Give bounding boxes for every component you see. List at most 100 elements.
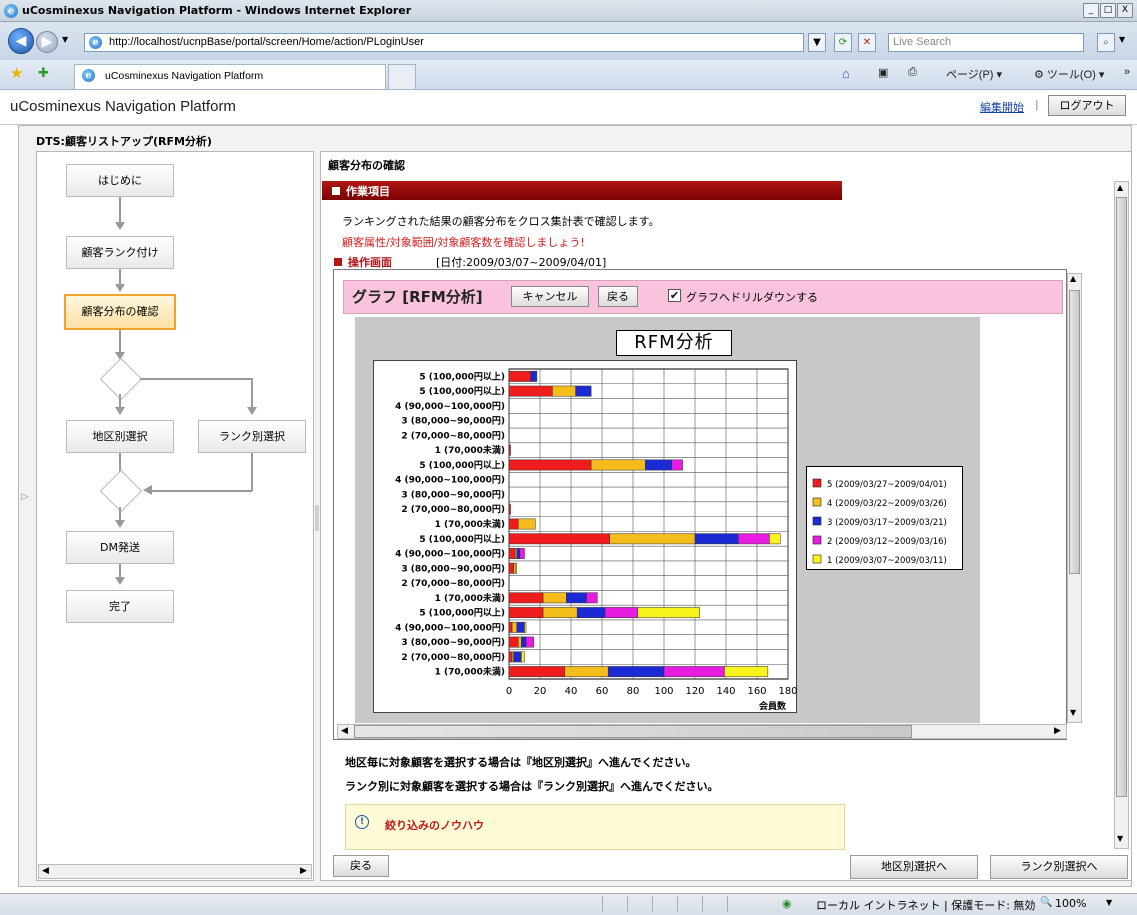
scroll-up-icon[interactable]: ▲ xyxy=(1070,274,1076,283)
category-label: 5 (100,000円以上) xyxy=(419,370,505,382)
flow-step-done[interactable]: 完了 xyxy=(66,590,174,623)
scroll-up-icon[interactable]: ▲ xyxy=(1117,183,1123,192)
left-collapse-handle[interactable]: ▷ xyxy=(18,440,32,560)
close-window-button[interactable]: X xyxy=(1117,3,1133,18)
region-select-note: 地区毎に対象顧客を選択する場合は『地区別選択』へ進んでください。 xyxy=(345,756,697,769)
pane-splitter[interactable] xyxy=(315,505,319,531)
plot-border xyxy=(508,368,789,680)
bar-segment xyxy=(513,651,522,663)
flow-connector xyxy=(140,378,252,380)
flow-step-rank-select[interactable]: ランク別選択 xyxy=(198,420,306,453)
refresh-icon[interactable]: ⟳ xyxy=(834,33,852,52)
rfm-bar-chart: 5 (100,000円以上) 5 (100,000円以上) 4 (90,000~10… xyxy=(395,368,798,712)
page-icon: e xyxy=(89,36,102,49)
scroll-down-icon[interactable]: ▼ xyxy=(1070,708,1076,717)
tools-menu[interactable]: ⚙ ツール(O) ▾ xyxy=(1034,66,1104,82)
bar-segment xyxy=(609,533,696,545)
feeds-icon[interactable]: ▣ xyxy=(878,66,888,79)
forward-nav-button[interactable]: ▶ xyxy=(36,31,58,53)
category-label: 4 (90,000~100,000円) xyxy=(395,401,505,412)
bar-segment xyxy=(521,651,525,663)
window-title: uCosminexus Navigation Platform - Window… xyxy=(22,4,412,17)
search-icon[interactable]: ⌕ xyxy=(1097,33,1115,52)
bar-segment xyxy=(516,548,521,559)
category-label: 3 (80,000~90,000円) xyxy=(401,563,505,574)
tab-active[interactable]: uCosminexus Navigation Platform xyxy=(74,64,386,89)
bar-segment xyxy=(542,592,567,604)
x-tick-label: 40 xyxy=(565,686,578,697)
category-label: 5 (100,000円以上) xyxy=(419,459,505,471)
home-icon[interactable]: ⌂ xyxy=(842,66,850,81)
flow-step-region-select[interactable]: 地区別選択 xyxy=(66,420,174,453)
drilldown-checkbox[interactable]: ✔ xyxy=(668,289,681,302)
bar-segment xyxy=(738,533,770,545)
more-commands-icon[interactable]: » xyxy=(1124,66,1130,78)
scroll-right-icon[interactable]: ▶ xyxy=(1054,726,1061,736)
flow-connector xyxy=(119,330,121,354)
graph-back-button[interactable]: 戻る xyxy=(598,286,638,307)
bar-segment xyxy=(769,533,781,545)
process-title: DTS:顧客リストアップ(RFM分析) xyxy=(36,135,212,148)
flow-connector xyxy=(251,453,253,491)
add-favorites-icon[interactable]: ✚ xyxy=(38,66,49,81)
scroll-thumb[interactable] xyxy=(1116,197,1127,797)
bar-segment xyxy=(542,607,578,618)
category-label: 5 (100,000円以上) xyxy=(419,607,505,619)
bar-segment xyxy=(576,607,606,618)
category-label: 3 (80,000~90,000円) xyxy=(401,489,505,500)
category-label: 1 (70,000未満) xyxy=(435,444,505,456)
x-tick-label: 140 xyxy=(716,686,735,697)
history-dropdown-icon[interactable]: ▼ xyxy=(62,35,68,44)
scroll-right-icon[interactable]: ▶ xyxy=(300,866,307,876)
scroll-left-icon[interactable]: ◀ xyxy=(341,726,348,736)
flow-step-dm[interactable]: DM発送 xyxy=(66,531,174,564)
legend-swatch xyxy=(812,535,822,545)
description-text: ランキングされた結果の顧客分布をクロス集計表で確認します。 xyxy=(342,215,660,228)
bar-segment xyxy=(518,636,522,648)
bar-segment xyxy=(508,651,513,663)
search-input[interactable]: Live Search xyxy=(888,33,1084,52)
bottom-back-button[interactable]: 戻る xyxy=(333,855,389,877)
flow-step-rank[interactable]: 顧客ランク付け xyxy=(66,236,174,269)
edit-start-link[interactable]: 編集開始 xyxy=(980,99,1024,115)
bar-segment xyxy=(508,548,516,559)
bar-segment xyxy=(590,459,646,471)
knowhow-title[interactable]: 絞り込みのノウハウ xyxy=(385,817,484,833)
to-region-select-button[interactable]: 地区別選択へ xyxy=(850,855,978,879)
zoom-level[interactable]: 100% xyxy=(1055,897,1086,910)
favorites-star-icon[interactable]: ★ xyxy=(10,64,23,82)
scroll-left-icon[interactable]: ◀ xyxy=(42,866,49,876)
x-tick-label: 80 xyxy=(627,686,640,697)
scroll-thumb[interactable] xyxy=(1069,290,1080,574)
scroll-thumb[interactable] xyxy=(354,725,912,738)
logout-button[interactable]: ログアウト xyxy=(1048,95,1126,116)
page-menu[interactable]: ページ(P) ▾ xyxy=(946,66,1002,82)
url-dropdown-button[interactable]: ▼ xyxy=(808,33,826,52)
print-icon[interactable]: ⎙ xyxy=(908,66,917,79)
header-separator: | xyxy=(1035,98,1039,111)
graph-cancel-button[interactable]: キャンセル xyxy=(511,286,589,307)
zoom-dropdown-icon[interactable]: ▼ xyxy=(1106,898,1112,907)
bar-segment xyxy=(530,370,538,382)
info-icon: ! xyxy=(355,815,369,829)
url-input[interactable]: http://localhost/ucnpBase/portal/screen/… xyxy=(84,33,804,52)
portal-title: uCosminexus Navigation Platform xyxy=(10,98,236,115)
flow-connector xyxy=(119,269,121,285)
bar-segment xyxy=(663,666,725,678)
flow-connector xyxy=(251,378,253,408)
maximize-button[interactable]: □ xyxy=(1100,3,1116,18)
search-options-icon[interactable]: ▼ xyxy=(1119,35,1125,44)
minimize-button[interactable]: _ xyxy=(1083,3,1099,18)
flow-connector xyxy=(119,507,121,521)
stop-icon[interactable]: ✕ xyxy=(858,33,876,52)
bar-segment xyxy=(552,385,576,397)
flow-step-start[interactable]: はじめに xyxy=(66,164,174,197)
back-nav-button[interactable]: ◀ xyxy=(8,28,34,54)
x-tick-label: 100 xyxy=(654,686,673,697)
bar-segment xyxy=(508,636,519,648)
flow-step-distribution[interactable]: 顧客分布の確認 xyxy=(64,294,176,330)
flow-horizontal-scrollbar[interactable] xyxy=(38,864,312,879)
scroll-down-icon[interactable]: ▼ xyxy=(1117,834,1123,843)
to-rank-select-button[interactable]: ランク別選択へ xyxy=(990,855,1128,879)
new-tab-button[interactable] xyxy=(388,64,416,89)
